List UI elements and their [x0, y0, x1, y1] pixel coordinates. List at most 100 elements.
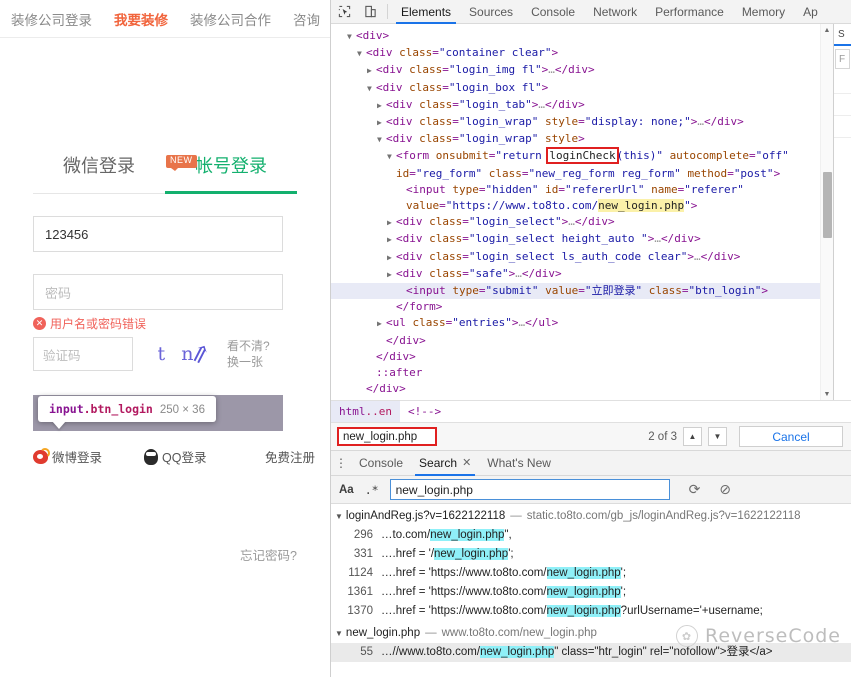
weibo-login-button[interactable]: 微博登录 — [33, 447, 102, 466]
breadcrumb-item-1[interactable]: <!--> — [400, 401, 449, 423]
dom-node[interactable]: ::after — [331, 365, 820, 381]
dom-node[interactable]: </div> — [331, 333, 820, 349]
twisty-expanded-icon[interactable]: ▼ — [347, 29, 356, 45]
search-result-line[interactable]: 1124 ….href = 'https://www.to8to.com/new_… — [331, 564, 851, 583]
find-cancel-button[interactable]: Cancel — [739, 426, 843, 447]
twisty-collapsed-icon[interactable]: ▶ — [387, 215, 396, 231]
search-result-line[interactable]: 331 ….href = '/new_login.php'; — [331, 545, 851, 564]
devtools-tab-network[interactable]: Network — [584, 0, 646, 24]
dom-node[interactable]: value="https://www.to8to.com/new_login.p… — [331, 198, 820, 214]
dom-node[interactable]: ▼ <div class="login_wrap" style> — [331, 131, 820, 148]
twisty-collapsed-icon[interactable]: ▶ — [377, 115, 386, 131]
dom-node[interactable]: </div> — [331, 381, 820, 397]
devtools-tab-application[interactable]: Ap — [794, 0, 827, 24]
find-input[interactable]: new_login.php — [337, 427, 437, 446]
captcha-input[interactable]: 验证码 — [33, 337, 133, 371]
dom-node[interactable]: ▶ <ul class="entries">…</ul> — [331, 315, 820, 332]
search-result-line[interactable]: 55 …//www.to8to.com/new_login.php" class=… — [331, 643, 851, 662]
dom-tree[interactable]: ▼ <div> ▼ <div class="container clear"> ▶ <di… — [331, 24, 820, 400]
twisty-expanded-icon[interactable]: ▼ — [387, 149, 396, 165]
dom-token: div — [588, 215, 608, 229]
find-input-value: new_login.php — [343, 430, 418, 443]
find-next-button[interactable]: ▼ — [708, 427, 727, 446]
qq-login-button[interactable]: QQ登录 — [144, 447, 206, 466]
dom-node[interactable]: ▶ <div class="login_wrap" style="display:… — [331, 114, 820, 131]
dom-token: = — [452, 132, 459, 146]
twisty-collapsed-icon[interactable]: ▶ — [377, 98, 386, 114]
dom-node[interactable]: id="reg_form" class="new_reg_form reg_fo… — [331, 166, 820, 182]
dom-token: = — [749, 149, 756, 163]
drawer-tab-search[interactable]: Search ✕ — [411, 450, 479, 476]
dom-node[interactable]: ▼ <div> — [331, 28, 820, 45]
dom-node[interactable]: ▼ <form onsubmit = "return loginCheck(this)… — [331, 147, 820, 165]
dom-token: < — [386, 316, 393, 330]
twisty-expanded-icon[interactable]: ▼ — [335, 629, 343, 638]
regex-toggle[interactable]: .* — [365, 483, 379, 497]
dom-node[interactable]: ▶ <div class="safe">…</div> — [331, 266, 820, 283]
drawer-more-icon[interactable]: ⋮ — [331, 456, 351, 470]
username-input[interactable]: 123456 — [33, 216, 283, 252]
dom-node[interactable]: </form> — [331, 299, 820, 315]
search-result-group-header[interactable]: ▼ loginAndReg.js?v=1622122118 — static.to8t… — [331, 504, 851, 526]
twisty-expanded-icon[interactable]: ▼ — [377, 132, 386, 148]
twisty-collapsed-icon[interactable]: ▶ — [387, 232, 396, 248]
dom-tree-scrollbar[interactable]: ▲ ▼ — [820, 24, 833, 400]
search-input[interactable]: new_login.php — [389, 479, 670, 500]
refresh-captcha-link[interactable]: 看不清? 换一张 — [227, 338, 270, 370]
twisty-collapsed-icon[interactable]: ▶ — [367, 63, 376, 79]
nav-item-2[interactable]: 装修公司合作 — [179, 9, 282, 29]
nav-item-3[interactable]: 咨询 — [282, 9, 330, 29]
password-input[interactable]: 密码 — [33, 274, 283, 310]
dom-node[interactable]: ▶ <div class="login_img fl">…</div> — [331, 62, 820, 79]
dom-node[interactable]: ▼ <div class="login_box fl"> — [331, 80, 820, 97]
nav-item-1[interactable]: 我要装修 — [103, 9, 179, 29]
devtools-tab-sources[interactable]: Sources — [460, 0, 522, 24]
refresh-icon[interactable]: ⟳ — [689, 481, 701, 498]
device-toolbar-icon[interactable] — [357, 0, 383, 24]
devtools-tab-console[interactable]: Console — [522, 0, 584, 24]
devtools-tab-memory[interactable]: Memory — [733, 0, 794, 24]
inspect-element-icon[interactable] — [331, 0, 357, 24]
twisty-collapsed-icon[interactable]: ▶ — [387, 250, 396, 266]
styles-filter-input[interactable]: F — [835, 49, 850, 69]
twisty-collapsed-icon[interactable]: ▶ — [387, 267, 396, 283]
twisty-collapsed-icon[interactable]: ▶ — [377, 316, 386, 332]
dom-node[interactable]: <input type="hidden" id="refererUrl" nam… — [331, 182, 820, 198]
dom-node[interactable]: </div> — [331, 397, 820, 400]
nav-item-0[interactable]: 装修公司登录 — [0, 9, 103, 29]
forgot-password-link[interactable]: 忘记密码? — [240, 545, 297, 564]
devtools-tab-performance[interactable]: Performance — [646, 0, 733, 24]
scroll-up-arrow-icon[interactable]: ▲ — [821, 24, 833, 36]
breadcrumb-item-sub: ..en — [365, 404, 393, 418]
search-result-line[interactable]: 296 …to.com/new_login.php", — [331, 526, 851, 545]
twisty-expanded-icon[interactable]: ▼ — [367, 81, 376, 97]
styles-tab[interactable]: S — [834, 24, 851, 46]
close-icon[interactable]: ✕ — [462, 450, 471, 476]
twisty-expanded-icon[interactable]: ▼ — [357, 46, 366, 62]
dom-node[interactable]: ▶ <div class="login_select">…</div> — [331, 214, 820, 231]
register-link[interactable]: 免费注册 — [265, 447, 315, 466]
breadcrumb-item-0[interactable]: html..en — [331, 400, 400, 423]
dom-node[interactable]: ▶ <div class="login_select height_auto ">… — [331, 231, 820, 248]
dom-node-selected[interactable]: <input type="submit" value="立即登录" class=… — [331, 283, 820, 300]
tab-wechat-login[interactable]: 微信登录 — [33, 152, 165, 194]
find-prev-button[interactable]: ▲ — [683, 427, 702, 446]
search-result-line[interactable]: 1361 ….href = 'https://www.to8to.com/new_… — [331, 583, 851, 602]
devtools-tab-elements[interactable]: Elements — [392, 0, 460, 24]
search-result-line[interactable]: 1370 ….href = 'https://www.to8to.com/new_… — [331, 602, 851, 621]
scroll-down-arrow-icon[interactable]: ▼ — [821, 388, 833, 400]
dom-node[interactable]: ▶ <div class="login_tab">…</div> — [331, 97, 820, 114]
dom-node[interactable]: ▶ <div class="login_select ls_auth_code c… — [331, 249, 820, 266]
scrollbar-thumb[interactable] — [823, 172, 832, 238]
search-result-group-header[interactable]: ▼ new_login.php — www.to8to.com/new_login.p… — [331, 621, 851, 643]
separator: — — [425, 627, 437, 639]
drawer-tab-whats-new[interactable]: What's New — [479, 450, 559, 476]
twisty-expanded-icon[interactable]: ▼ — [335, 512, 343, 521]
match-case-toggle[interactable]: Aa — [339, 484, 354, 496]
clear-icon[interactable]: ⊘ — [719, 481, 731, 498]
captcha-image[interactable]: t n ⇗ — [139, 337, 217, 371]
search-results-list[interactable]: ▼ loginAndReg.js?v=1622122118— static.to8t… — [331, 504, 851, 677]
dom-node[interactable]: ▼ <div class="container clear"> — [331, 45, 820, 62]
dom-node[interactable]: </div> — [331, 349, 820, 365]
drawer-tab-console[interactable]: Console — [351, 450, 411, 476]
